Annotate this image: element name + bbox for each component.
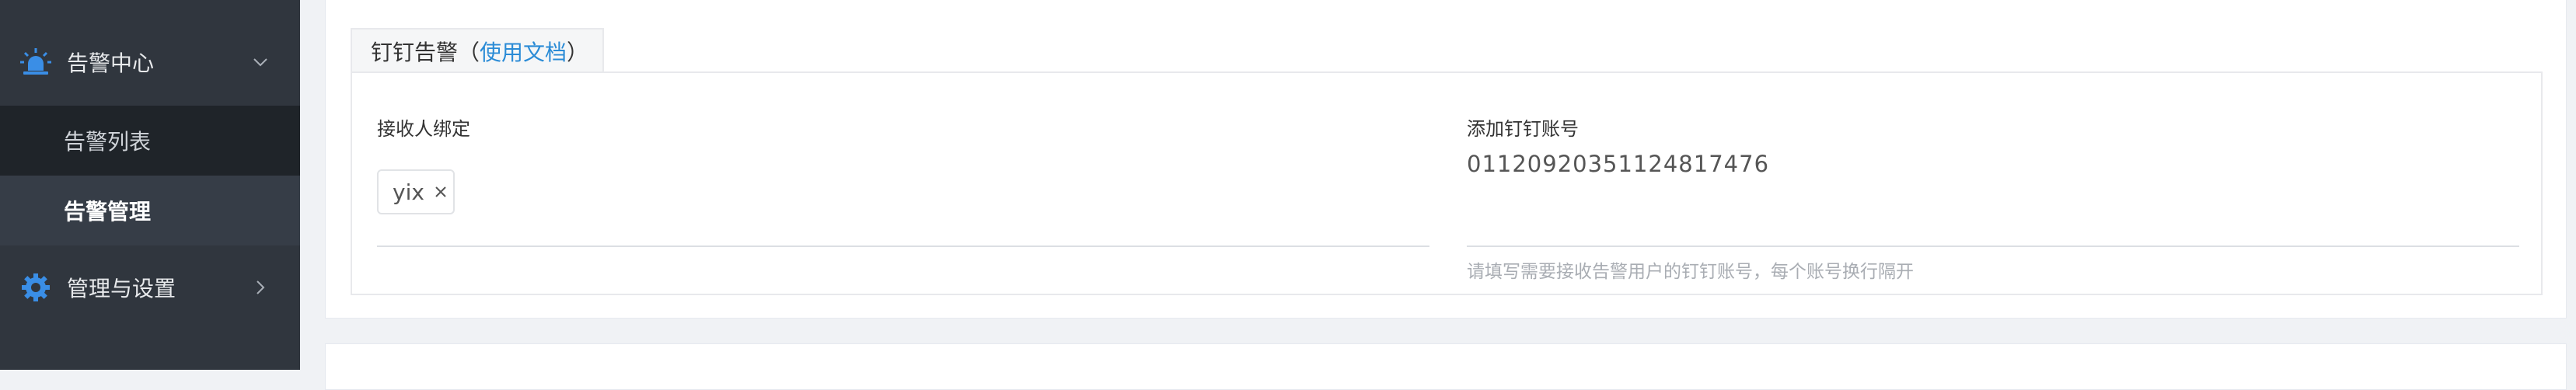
receiver-select-input[interactable] bbox=[377, 245, 1429, 247]
receiver-binding-label: 接收人绑定 bbox=[377, 118, 470, 140]
sidebar-item-label: 告警管理 bbox=[64, 199, 152, 225]
next-card bbox=[325, 343, 2567, 390]
tab-close-paren: ） bbox=[567, 40, 589, 65]
dingtalk-account-underline bbox=[1467, 245, 2519, 247]
sidebar-item-alarm-management[interactable]: 告警管理 bbox=[0, 176, 300, 245]
dingtalk-account-textarea[interactable]: 01120920351124817476 bbox=[1467, 151, 1769, 177]
dingtalk-account-hint: 请填写需要接收告警用户的钉钉账号，每个账号换行隔开 bbox=[1467, 262, 1914, 282]
sidebar-group-label: 管理与设置 bbox=[67, 276, 176, 301]
tab-title: 钉钉告警（ bbox=[371, 40, 480, 65]
dingtalk-alarm-card: 钉钉告警（ 使用文档） 接收人绑定 yix 添加钉钉账号 011209203511… bbox=[325, 0, 2567, 319]
dingtalk-account-label: 添加钉钉账号 bbox=[1467, 118, 1579, 140]
chevron-down-icon bbox=[253, 58, 267, 67]
gear-icon bbox=[22, 273, 50, 301]
sidebar: 告警中心 告警列表 告警管理 管理与设置 bbox=[0, 0, 300, 370]
sidebar-group-alarm-center[interactable]: 告警中心 bbox=[0, 31, 300, 93]
chevron-right-icon bbox=[257, 280, 265, 294]
alarm-light-icon bbox=[20, 48, 51, 75]
tab-dingtalk-alarm[interactable]: 钉钉告警（ 使用文档） bbox=[351, 28, 604, 73]
receiver-tag-text: yix bbox=[393, 179, 424, 205]
usage-doc-link[interactable]: 使用文档 bbox=[480, 36, 567, 67]
sidebar-item-label: 告警列表 bbox=[64, 129, 152, 155]
close-icon[interactable] bbox=[434, 185, 448, 199]
sidebar-group-label: 告警中心 bbox=[67, 50, 155, 76]
dingtalk-settings-panel: 接收人绑定 yix 添加钉钉账号 01120920351124817476 请填… bbox=[351, 71, 2543, 295]
receiver-tag: yix bbox=[377, 169, 455, 214]
sidebar-item-alarm-list[interactable]: 告警列表 bbox=[0, 106, 300, 176]
sidebar-group-settings[interactable]: 管理与设置 bbox=[0, 256, 300, 319]
